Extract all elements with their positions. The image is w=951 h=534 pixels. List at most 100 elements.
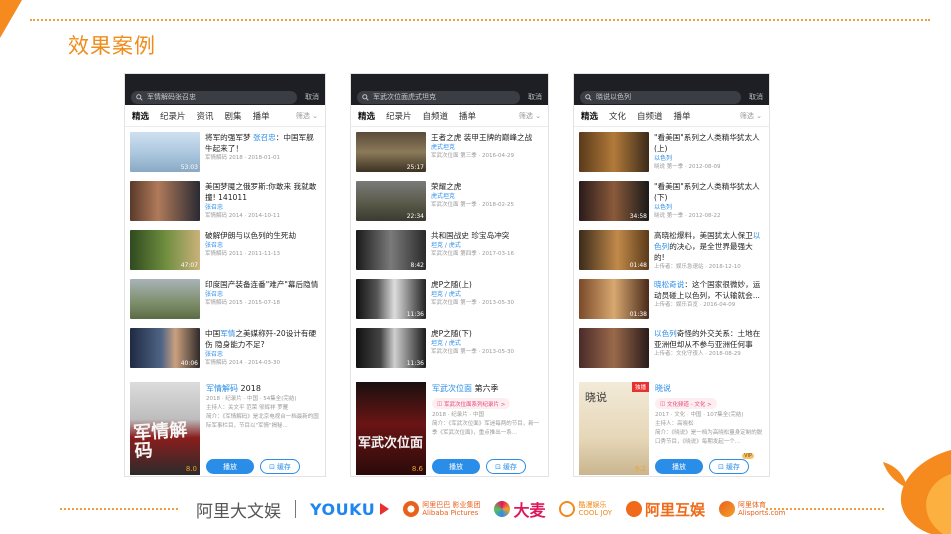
- item-tag[interactable]: 坦克 / 虎式: [431, 241, 542, 250]
- play-button[interactable]: 播放: [432, 459, 480, 474]
- video-thumbnail[interactable]: 47:07: [130, 230, 200, 270]
- filter-button[interactable]: 筛选 ⌄: [296, 111, 318, 121]
- tab-featured[interactable]: 精选: [581, 110, 598, 122]
- channel-link-pill[interactable]: ◫ 文化频道 - 文化 >: [655, 398, 717, 409]
- play-button[interactable]: 播放: [655, 459, 703, 474]
- item-tag[interactable]: 张召忠: [205, 290, 319, 299]
- tab-playlist[interactable]: 播单: [674, 110, 691, 122]
- top-dotted-divider: [30, 19, 930, 21]
- item-tag[interactable]: 张召忠: [205, 241, 319, 250]
- show-title[interactable]: 晓说: [655, 383, 763, 395]
- show-title[interactable]: 军武次位面 第六季: [432, 383, 542, 395]
- list-item[interactable]: 34:58 "看美国"系列之人类精华犹太人(下) 以色列 晓说 第一季 · 2012…: [579, 181, 763, 230]
- item-subtitle: 军武次位面 第四季 · 2017-03-16: [431, 251, 514, 257]
- logo-alisports: 阿里体育 Alisports.com: [718, 501, 785, 517]
- item-subtitle: 军情解码 2014 · 2014-03-30: [205, 360, 280, 366]
- corner-triangle-decoration: [0, 0, 22, 38]
- item-tag[interactable]: 张召忠: [205, 350, 319, 359]
- tab-playlist[interactable]: 播单: [459, 110, 476, 122]
- tab-documentary[interactable]: 纪录片: [386, 110, 412, 122]
- cache-button[interactable]: ⊡ 缓存: [260, 459, 300, 474]
- item-subtitle: 军情解码 2015 · 2015-07-18: [205, 300, 280, 306]
- list-item[interactable]: 11:36 虎P之随(下) 坦克 / 虎式 军武次位面 第一季 · 2013-05-…: [356, 328, 542, 377]
- video-thumbnail[interactable]: 34:58: [579, 181, 649, 221]
- video-thumbnail[interactable]: 11:36: [356, 279, 426, 319]
- item-subtitle: 上传者：娱乐急速站 · 2018-12-10: [654, 264, 741, 270]
- tab-featured[interactable]: 精选: [132, 110, 149, 122]
- video-thumbnail[interactable]: 25:17: [356, 132, 426, 172]
- item-tag[interactable]: 张召忠: [205, 203, 319, 212]
- show-poster[interactable]: 军武次位面 8.6: [356, 382, 426, 475]
- item-title: "看美国"系列之人类精华犹太人(上): [654, 133, 760, 153]
- item-tag[interactable]: 坦克 / 虎式: [431, 290, 542, 299]
- list-item[interactable]: 印度国产装备连番"难产"幕后隐情 张召忠 军情解码 2015 · 2015-07-1…: [130, 279, 319, 328]
- item-tag[interactable]: 虎式坦克: [431, 143, 542, 152]
- play-button[interactable]: 播放: [206, 459, 254, 474]
- video-thumbnail[interactable]: 22:34: [356, 181, 426, 221]
- video-thumbnail[interactable]: [579, 132, 649, 172]
- result-list: 53:03 将军的强军梦 张召忠：中国军舰牛起来了！ 军情解码 2018 · 20…: [125, 127, 325, 377]
- list-item[interactable]: 8:42 共和国战史 珍宝岛冲突 坦克 / 虎式 军武次位面 第四季 · 2017-…: [356, 230, 542, 279]
- list-item[interactable]: 01:48 高晓松爆料，美国犹太人保卫以色列的决心，是全世界最强大的! 上传者：娱…: [579, 230, 763, 279]
- search-input[interactable]: 晓说以色列: [580, 90, 741, 104]
- video-thumbnail[interactable]: 01:38: [579, 279, 649, 319]
- rating: 8.6: [411, 465, 423, 473]
- video-thumbnail[interactable]: [130, 279, 200, 319]
- item-subtitle: 上传者：文化守夜人 · 2018-08-29: [654, 351, 741, 357]
- tab-self-channel[interactable]: 自频道: [637, 110, 663, 122]
- list-item[interactable]: 25:17 王者之虎 装甲王牌的巅峰之战 虎式坦克 军武次位面 第三季 · 2016…: [356, 132, 542, 181]
- list-item[interactable]: "看美国"系列之人类精华犹太人(上) 以色列 晓说 第一季 · 2012-08-09: [579, 132, 763, 181]
- tab-culture[interactable]: 文化: [609, 110, 626, 122]
- logo-ali-games: 阿里互娱: [625, 499, 705, 520]
- list-item[interactable]: 22:34 荣耀之虎 虎式坦克 军武次位面 第一季 · 2018-02-25: [356, 181, 542, 230]
- status-bar: [351, 74, 548, 89]
- status-bar: [125, 74, 325, 89]
- tab-bar: 精选 文化 自频道 播单 筛选 ⌄: [574, 105, 769, 127]
- item-tag[interactable]: 虎式坦克: [431, 192, 542, 201]
- show-title[interactable]: 军情解码 2018: [206, 383, 319, 395]
- list-item[interactable]: 47:07 破解伊朗与以色列的生死劫 张召忠 军情解码 2011 · 2011-11…: [130, 230, 319, 279]
- show-poster[interactable]: 晓说 独播 9.2: [579, 382, 649, 475]
- item-tag[interactable]: 坦克 / 虎式: [431, 339, 542, 348]
- video-thumbnail[interactable]: [579, 328, 649, 368]
- item-tag[interactable]: 以色列: [654, 203, 763, 212]
- filter-button[interactable]: 筛选 ⌄: [519, 111, 541, 121]
- item-subtitle: 军武次位面 第一季 · 2013-05-30: [431, 300, 514, 306]
- tab-self-channel[interactable]: 自频道: [423, 110, 449, 122]
- tab-playlist[interactable]: 播单: [253, 110, 270, 122]
- video-thumbnail[interactable]: 11:36: [356, 328, 426, 368]
- video-thumbnail[interactable]: 8:42: [356, 230, 426, 270]
- list-item[interactable]: 以色列奇怪的外交关系：土地在亚洲但却从不参与亚洲任何事 上传者：文化守夜人 · 2…: [579, 328, 763, 377]
- search-input[interactable]: 军武次位面虎式坦克: [357, 90, 520, 104]
- search-input[interactable]: 军情解码张召忠: [131, 90, 297, 104]
- item-subtitle: 晓说 第一季 · 2012-08-09: [654, 164, 721, 170]
- item-subtitle: 军武次位面 第一季 · 2018-02-25: [431, 202, 514, 208]
- list-item[interactable]: 40:06 中国军情之美媒称歼-20设计有硬伤 隐身能力不足? 张召忠 军情解码 2…: [130, 328, 319, 377]
- video-thumbnail[interactable]: [130, 181, 200, 221]
- cancel-button[interactable]: 取消: [528, 92, 542, 102]
- list-item[interactable]: 美国梦魇之俄罗斯:你敢来 我就敢撞! 141011 张召忠 军情解码 2014 · …: [130, 181, 319, 230]
- video-thumbnail[interactable]: 53:03: [130, 132, 200, 172]
- tab-featured[interactable]: 精选: [358, 110, 375, 122]
- list-item[interactable]: 01:38 晓松奇说：这个国家很微妙，运动员碰上以色列，不认输就会... 上传者：…: [579, 279, 763, 328]
- bottom-dotted-divider-left: [60, 508, 178, 510]
- list-item[interactable]: 53:03 将军的强军梦 张召忠：中国军舰牛起来了！ 军情解码 2018 · 20…: [130, 132, 319, 181]
- result-list: 25:17 王者之虎 装甲王牌的巅峰之战 虎式坦克 军武次位面 第三季 · 2016…: [351, 127, 548, 377]
- video-thumbnail[interactable]: 40:06: [130, 328, 200, 368]
- filter-button[interactable]: 筛选 ⌄: [740, 111, 762, 121]
- series-link-pill[interactable]: ◫ 军武次位面系列纪录片 >: [432, 398, 511, 409]
- cancel-button[interactable]: 取消: [305, 92, 319, 102]
- item-tag[interactable]: 以色列: [654, 154, 763, 163]
- cache-button[interactable]: ⊡ 缓存: [486, 459, 526, 474]
- tab-series[interactable]: 剧集: [225, 110, 242, 122]
- video-thumbnail[interactable]: 01:48: [579, 230, 649, 270]
- list-item[interactable]: 11:36 虎P之随(上) 坦克 / 虎式 军武次位面 第一季 · 2013-05-…: [356, 279, 542, 328]
- item-title: 王者之虎 装甲王牌的巅峰之战: [431, 133, 533, 142]
- show-poster[interactable]: 军情解码 8.0: [130, 382, 200, 475]
- cache-button[interactable]: ⊡ 缓存 VIP: [709, 453, 754, 474]
- show-card: 军武次位面 8.6 军武次位面 第六季 ◫ 军武次位面系列纪录片 > 2018 …: [356, 382, 542, 475]
- tab-documentary[interactable]: 纪录片: [160, 110, 186, 122]
- logo-damai: 大麦: [494, 497, 545, 521]
- tab-news[interactable]: 资讯: [197, 110, 214, 122]
- cancel-button[interactable]: 取消: [749, 92, 763, 102]
